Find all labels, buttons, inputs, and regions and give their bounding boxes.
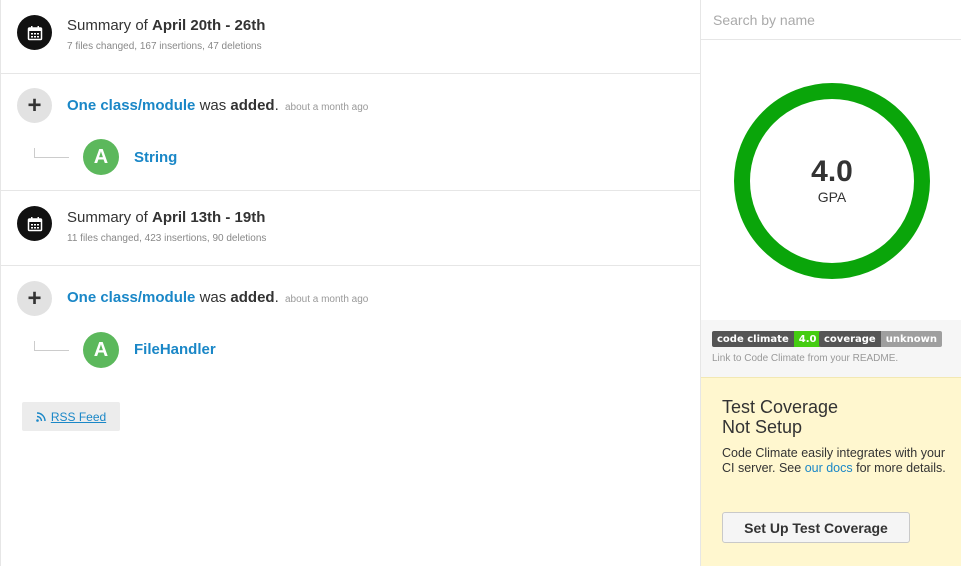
docs-link[interactable]: our docs (805, 461, 853, 475)
tree-connector (34, 148, 69, 158)
search-input[interactable] (701, 0, 961, 40)
summary-block: Summary of April 13th - 19th 11 files ch… (1, 191, 700, 266)
feed-event: + One class/module was added. about a mo… (1, 74, 700, 191)
summary-stats: 7 files changed, 167 insertions, 47 dele… (67, 41, 262, 52)
rss-label: RSS Feed (50, 409, 107, 424)
tree-connector (34, 341, 69, 351)
event-subject-link[interactable]: One class/module (67, 289, 195, 306)
plus-icon: + (17, 281, 52, 316)
activity-feed: Summary of April 20th - 26th 7 files cha… (0, 0, 701, 566)
event-timestamp: about a month ago (284, 102, 369, 113)
summary-date-range: April 13th - 19th (152, 209, 266, 226)
rss-feed-button[interactable]: RSS Feed (22, 402, 120, 431)
plus-icon: + (17, 88, 52, 123)
calendar-icon (17, 206, 52, 241)
event-subject-link[interactable]: One class/module (67, 97, 195, 114)
gpa-panel: 4.0 GPA (701, 40, 961, 320)
rss-icon (36, 411, 46, 422)
summary-title: Summary of April 20th - 26th (67, 17, 266, 34)
event-timestamp: about a month ago (284, 294, 369, 305)
entity-link[interactable]: FileHandler (134, 341, 216, 358)
gpa-ring: 4.0 GPA (734, 83, 930, 279)
gpa-value: 4.0 (811, 155, 853, 188)
event-headline: One class/module was added. about a mont… (67, 289, 369, 306)
code-climate-badge[interactable]: code climate 4.0 (712, 331, 822, 347)
entity-link[interactable]: String (134, 149, 177, 166)
summary-stats: 11 files changed, 423 insertions, 90 del… (67, 233, 267, 244)
sidebar: 4.0 GPA code climate4.0 coverageunknown … (701, 0, 961, 566)
event-headline: One class/module was added. about a mont… (67, 97, 369, 114)
grade-badge: A (83, 332, 119, 368)
summary-block: Summary of April 20th - 26th 7 files cha… (1, 0, 700, 74)
coverage-description: Code Climate easily integrates with your… (722, 446, 946, 475)
badges-panel: code climate 4.0 coverage unknown Link to … (701, 320, 961, 377)
badges-note: Link to Code Climate from your README. (712, 353, 899, 364)
calendar-icon (17, 15, 52, 50)
coverage-badge[interactable]: coverage unknown (819, 331, 942, 347)
test-coverage-panel: Test Coverage Not Setup Code Climate eas… (701, 377, 961, 566)
grade-badge: A (83, 139, 119, 175)
summary-date-range: April 20th - 26th (152, 17, 266, 34)
setup-test-coverage-button[interactable]: Set Up Test Coverage (722, 512, 910, 543)
feed-event: + One class/module was added. about a mo… (1, 266, 700, 386)
summary-title: Summary of April 13th - 19th (67, 209, 266, 226)
gpa-label: GPA (817, 189, 847, 205)
coverage-title: Test Coverage Not Setup (722, 397, 839, 437)
